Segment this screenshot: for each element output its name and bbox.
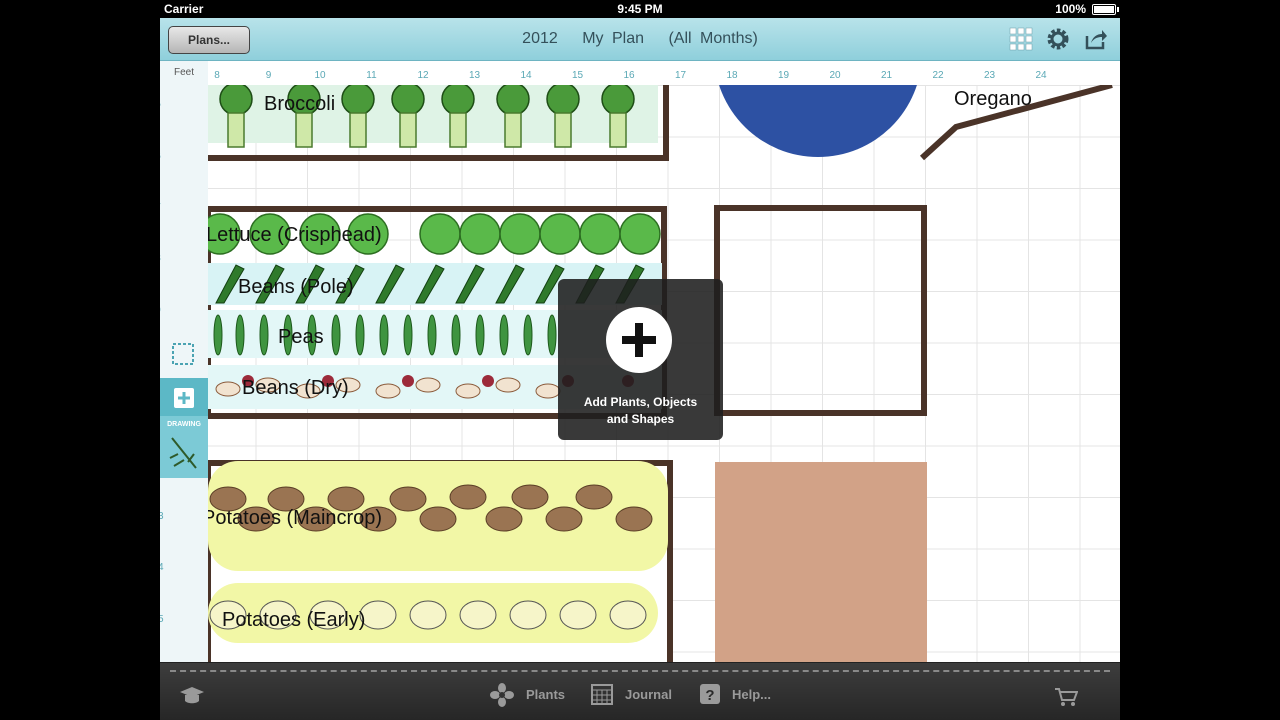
ruler-x-tick: 20 [829,70,841,81]
ruler-horizontal: 8 9 10 11 12 13 14 15 16 17 18 19 20 21 22 23 24 [208,61,1120,86]
popup-label-line1: Add Plants, Objects [583,395,698,409]
page-title: 2012 My Plan (All Months) [160,30,1120,48]
title-months[interactable]: (All Months) [668,30,757,47]
ruler-y-tick: 7 [160,202,168,213]
selection-tool-icon[interactable] [170,341,196,367]
plus-icon [622,323,656,357]
svg-text:?: ? [705,687,714,704]
nav-bar: Plans... 2012 My Plan (All Months) [160,18,1120,61]
graduation-cap-icon[interactable] [178,685,206,705]
battery-icon [1092,4,1119,15]
row-label-peas: Peas [278,326,324,348]
row-label-pole-beans: Beans (Pole) [238,276,354,298]
ruler-x-tick: 12 [417,70,429,81]
ruler-x-tick: 22 [932,70,944,81]
ipad-screen: Carrier 9:45 PM 100% Plans... 2012 My Pl… [160,0,1120,720]
question-icon: ? [700,684,720,704]
ruler-y-tick: 14 [160,562,164,573]
ruler-x-tick: 24 [1035,70,1047,81]
drawing-label: DRAWING [167,421,201,428]
plus-icon [174,388,194,408]
status-time: 9:45 PM [617,2,663,16]
row-label-lettuce: Lettuce (Crisphead) [208,224,382,246]
ruler-x-tick: 13 [468,70,481,81]
bottom-toolbar: Plants Journal ? Help... [160,662,1120,720]
help-button[interactable]: ? Help... [699,681,789,711]
ruler-units-label: Feet [160,61,208,85]
ruler-y-tick: 8 [160,253,168,264]
row-label-maincrop-potatoes: Potatoes (Maincrop) [208,507,383,529]
ruler-x-tick: 17 [674,70,687,81]
ruler-x-tick: 14 [520,70,532,81]
ruler-x-tick: 23 [983,70,996,81]
add-button-circle[interactable] [606,307,672,373]
ruler-y-tick: 9 [160,305,168,316]
ruler-y-tick: 15 [160,614,164,625]
help-label: Help... [732,687,772,702]
tan-square-shape[interactable] [715,462,927,662]
journal-label: Journal [625,687,672,702]
share-icon[interactable] [1084,27,1108,51]
plants-label: Plants [526,687,566,702]
row-label-broccoli: Broccoli [264,93,336,115]
calendar-icon [591,684,613,705]
empty-square-bed[interactable] [714,205,927,416]
ruler-vertical: 5 6 7 8 9 13 14 15 [160,85,208,662]
ruler-y-tick: 6 [160,151,168,162]
toolbar-stitch-divider [170,670,1110,672]
ruler-x-tick: 18 [726,70,738,81]
ruler-x-tick: 16 [623,70,635,81]
ruler-x-tick: 15 [571,70,584,81]
flower-icon [490,683,514,707]
ruler-x-tick: 9 [265,70,272,81]
journal-button[interactable]: Journal [591,681,681,711]
plants-button[interactable]: Plants [490,681,580,711]
battery-percent: 100% [1055,2,1086,16]
ruler-x-tick: 10 [314,70,326,81]
popup-label-line2: and Shapes [606,412,675,426]
gear-icon[interactable] [1046,27,1070,51]
add-tool-button[interactable] [160,378,208,416]
drawing-twig-icon[interactable] [168,434,202,472]
status-bar: Carrier 9:45 PM 100% [160,0,1120,18]
ruler-x-tick: 19 [777,70,790,81]
ruler-x-tick: 21 [880,70,893,81]
add-plants-popup[interactable]: Add Plants, Objects and Shapes [558,279,723,440]
row-label-dry-beans: Beans (Dry) [242,377,349,399]
blue-circle-shape[interactable] [714,85,922,157]
ruler-x-tick: 8 [214,70,220,81]
row-label-oregano: Oregano [954,88,1032,110]
title-year: 2012 [522,30,558,47]
title-plan: My Plan [582,30,645,47]
drawing-tool-panel: DRAWING [160,378,208,478]
cart-icon[interactable] [1054,687,1078,707]
popup-label: Add Plants, Objects and Shapes [558,394,723,428]
row-label-early-potatoes: Potatoes (Early) [222,609,366,631]
ruler-y-tick: 13 [160,511,164,522]
ruler-x-tick: 11 [366,70,377,81]
grid-icon[interactable] [1009,27,1033,51]
ruler-y-tick: 5 [160,99,168,110]
